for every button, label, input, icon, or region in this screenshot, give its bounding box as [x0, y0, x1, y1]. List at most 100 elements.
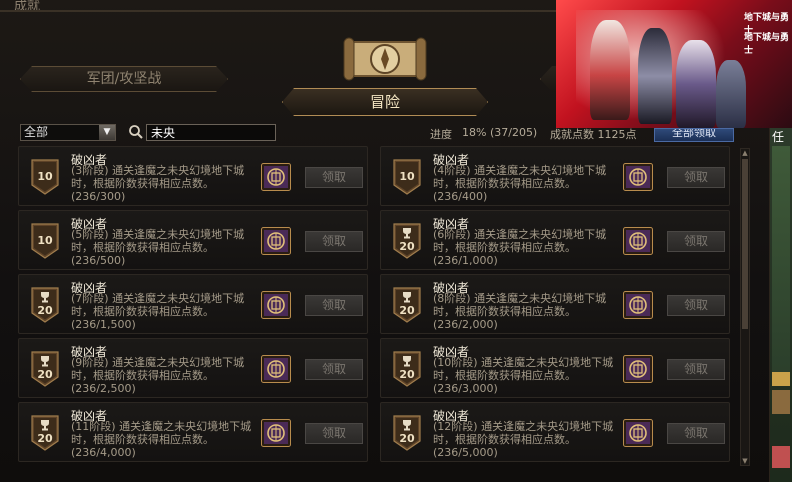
achievement-badge: 20 [31, 415, 59, 451]
achievement-description: (5阶段) 通关逢魔之未央幻境地下城时，根据阶数获得相应点数。 [71, 228, 245, 254]
reward-item-icon[interactable] [261, 419, 291, 447]
achievement-points: 成就点数 1125点 [550, 128, 637, 141]
claim-button[interactable]: 领取 [305, 423, 363, 444]
game-logo: 地下城与勇士 [744, 33, 790, 56]
claim-button[interactable]: 领取 [305, 167, 363, 188]
reward-item-icon[interactable] [261, 163, 291, 191]
scrollbar[interactable]: ▲ ▼ [740, 148, 750, 466]
claim-button[interactable]: 领取 [667, 359, 725, 380]
achievement-count: (236/500) [71, 254, 126, 267]
reward-item-icon[interactable] [261, 355, 291, 383]
achievement-count: (236/5,000) [433, 446, 498, 459]
reward-item-icon[interactable] [623, 163, 653, 191]
achievement-card: 20 破凶者 (11阶段) 通关逢魔之未央幻境地下城时，根据阶数获得相应点数。 … [18, 402, 368, 462]
category-select-value: 全部 [24, 125, 49, 139]
chevron-down-icon[interactable]: ▼ [99, 125, 115, 140]
panel-top-border [0, 10, 560, 12]
badge-points: 20 [37, 368, 53, 381]
achievement-badge: 10 [31, 159, 59, 195]
claim-all-button[interactable]: 全部领取 [654, 128, 734, 142]
achievement-grid: 10 破凶者 (3阶段) 通关逢魔之未央幻境地下城时，根据阶数获得相应点数。 (… [18, 146, 730, 470]
category-select[interactable]: 全部 ▼ [20, 124, 116, 141]
reward-item-icon[interactable] [261, 227, 291, 255]
trophy-icon [403, 228, 411, 239]
scroll-compass-icon [343, 37, 427, 81]
search-input[interactable] [146, 124, 276, 141]
claim-button[interactable]: 领取 [667, 423, 725, 444]
achievement-description: (10阶段) 通关逢魔之未央幻境地下城时，根据阶数获得相应点数。 [433, 356, 614, 382]
achievement-badge: 20 [31, 351, 59, 387]
tab-adventure[interactable]: 冒险 [282, 88, 488, 116]
achievement-badge: 20 [31, 287, 59, 323]
achievement-card: 20 破凶者 (9阶段) 通关逢魔之未央幻境地下城时，根据阶数获得相应点数。 (… [18, 338, 368, 398]
search-icon [129, 125, 143, 139]
claim-button[interactable]: 领取 [305, 359, 363, 380]
scroll-thumb[interactable] [742, 159, 748, 329]
badge-points: 20 [399, 368, 415, 381]
trophy-icon [41, 420, 49, 431]
reward-item-icon[interactable] [261, 291, 291, 319]
scroll-up-icon[interactable]: ▲ [741, 149, 749, 157]
ad-character-art [716, 60, 746, 128]
claim-button[interactable]: 领取 [305, 231, 363, 252]
claim-button[interactable]: 领取 [667, 231, 725, 252]
tab-legion-siege[interactable]: 军团/攻坚战 [20, 66, 228, 92]
achievement-count: (236/1,500) [71, 318, 136, 331]
achievement-card: 10 破凶者 (3阶段) 通关逢魔之未央幻境地下城时，根据阶数获得相应点数。 (… [18, 146, 368, 206]
achievement-badge: 20 [393, 287, 421, 323]
achievement-description: (12阶段) 通关逢魔之未央幻境地下城时，根据阶数获得相应点数。 [433, 420, 614, 446]
badge-points: 20 [37, 432, 53, 445]
achievement-description: (3阶段) 通关逢魔之未央幻境地下城时，根据阶数获得相应点数。 [71, 164, 245, 190]
achievement-card: 20 破凶者 (8阶段) 通关逢魔之未央幻境地下城时，根据阶数获得相应点数。 (… [380, 274, 730, 334]
claim-button[interactable]: 领取 [667, 295, 725, 316]
ad-character-art [638, 28, 672, 124]
reward-item-icon[interactable] [623, 419, 653, 447]
achievement-badge: 10 [393, 159, 421, 195]
reward-item-icon[interactable] [623, 227, 653, 255]
badge-points: 10 [37, 170, 53, 183]
scroll-down-icon[interactable]: ▼ [741, 457, 749, 465]
badge-points: 20 [37, 304, 53, 317]
achievement-description: (8阶段) 通关逢魔之未央幻境地下城时，根据阶数获得相应点数。 [433, 292, 607, 318]
achievement-badge: 10 [31, 223, 59, 259]
achievement-card: 20 破凶者 (6阶段) 通关逢魔之未央幻境地下城时，根据阶数获得相应点数。 (… [380, 210, 730, 270]
achievement-count: (236/2,000) [433, 318, 498, 331]
badge-points: 20 [399, 304, 415, 317]
trophy-icon [41, 292, 49, 303]
reward-item-icon[interactable] [623, 355, 653, 383]
achievement-card: 10 破凶者 (5阶段) 通关逢魔之未央幻境地下城时，根据阶数获得相应点数。 (… [18, 210, 368, 270]
achievement-description: (9阶段) 通关逢魔之未央幻境地下城时，根据阶数获得相应点数。 [71, 356, 245, 382]
ad-character-art [676, 40, 716, 128]
achievement-count: (236/400) [433, 190, 488, 203]
progress-value: 18% (37/205) [462, 126, 538, 139]
achievement-badge: 20 [393, 351, 421, 387]
claim-button[interactable]: 领取 [667, 167, 725, 188]
achievement-card: 20 破凶者 (10阶段) 通关逢魔之未央幻境地下城时，根据阶数获得相应点数。 … [380, 338, 730, 398]
side-chip[interactable] [772, 446, 790, 468]
trophy-icon [403, 420, 411, 431]
side-chip[interactable] [772, 372, 790, 386]
achievement-card: 20 破凶者 (12阶段) 通关逢魔之未央幻境地下城时，根据阶数获得相应点数。 … [380, 402, 730, 462]
badge-points: 20 [399, 432, 415, 445]
achievement-count: (236/4,000) [71, 446, 136, 459]
side-chip[interactable] [772, 390, 790, 414]
achievement-description: (7阶段) 通关逢魔之未央幻境地下城时，根据阶数获得相应点数。 [71, 292, 245, 318]
achievement-description: (4阶段) 通关逢魔之未央幻境地下城时，根据阶数获得相应点数。 [433, 164, 607, 190]
achievement-badge: 20 [393, 223, 421, 259]
side-task-strip: 任务 [770, 128, 792, 482]
trophy-icon [403, 292, 411, 303]
ad-character-art [590, 20, 630, 120]
reward-item-icon[interactable] [623, 291, 653, 319]
side-chip[interactable] [772, 146, 790, 386]
badge-points: 20 [399, 240, 415, 253]
achievement-count: (236/1,000) [433, 254, 498, 267]
trophy-icon [403, 356, 411, 367]
achievement-badge: 20 [393, 415, 421, 451]
achievement-count: (236/300) [71, 190, 126, 203]
claim-button[interactable]: 领取 [305, 295, 363, 316]
badge-points: 10 [37, 234, 53, 247]
achievement-description: (6阶段) 通关逢魔之未央幻境地下城时，根据阶数获得相应点数。 [433, 228, 607, 254]
achievement-card: 10 破凶者 (4阶段) 通关逢魔之未央幻境地下城时，根据阶数获得相应点数。 (… [380, 146, 730, 206]
game-ad-banner[interactable]: 地下城与勇士 地下城与勇士 [556, 0, 792, 128]
badge-points: 10 [399, 170, 415, 183]
